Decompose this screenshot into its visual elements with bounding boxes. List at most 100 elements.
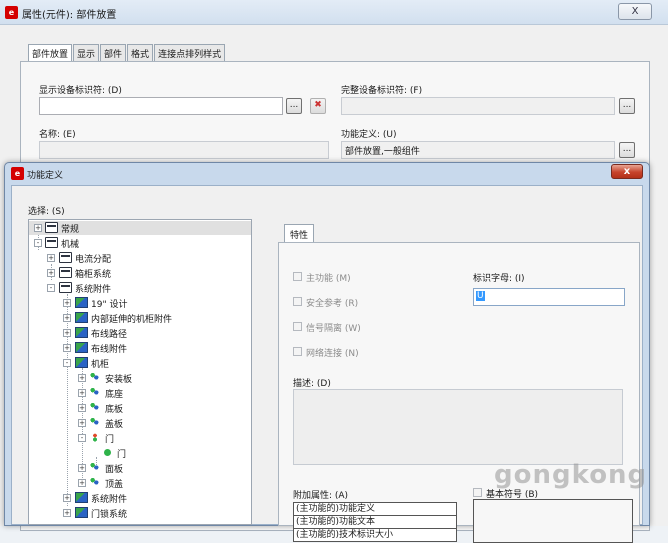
component-icon xyxy=(75,507,88,518)
app-logo-icon: e xyxy=(5,6,18,19)
basic-symbol-checkbox[interactable] xyxy=(473,488,482,497)
tab-part-placement[interactable]: 部件放置 xyxy=(28,44,73,62)
expand-icon[interactable]: + xyxy=(78,404,86,412)
folder-icon xyxy=(45,237,58,248)
collapse-icon[interactable]: - xyxy=(63,359,71,367)
part-icon xyxy=(90,387,99,396)
folder-icon xyxy=(59,252,72,263)
expand-icon[interactable]: + xyxy=(78,419,86,427)
list-item[interactable]: (主功能的)功能文本 xyxy=(294,516,456,529)
component-icon xyxy=(75,492,88,503)
tab-format[interactable]: 格式 xyxy=(127,44,154,61)
tree-item-label: 面板 xyxy=(105,465,124,475)
display-id-field[interactable] xyxy=(39,97,283,115)
tab-connection-point-style[interactable]: 连接点排列样式 xyxy=(154,44,226,61)
tree-item-label: 盖板 xyxy=(105,420,124,430)
tab-properties[interactable]: 特性 xyxy=(284,224,315,242)
tree-item-label: 机柜 xyxy=(91,360,110,370)
expand-icon[interactable]: + xyxy=(63,299,71,307)
tree-item-label: 系统附件 xyxy=(75,285,112,295)
function-def-field: 部件放置,一般组件 xyxy=(341,141,615,159)
component-icon xyxy=(75,312,88,323)
tree-guide-line xyxy=(67,294,68,506)
expand-icon[interactable]: + xyxy=(47,269,55,277)
tab-part[interactable]: 部件 xyxy=(100,44,127,61)
id-letter-input[interactable]: U xyxy=(473,288,625,306)
clear-icon[interactable]: ✖ xyxy=(310,98,326,114)
tree-item-label: 门 xyxy=(117,450,127,460)
tree-item-label: 安装板 xyxy=(105,375,133,385)
network-connection-checkbox[interactable] xyxy=(293,347,302,356)
description-box[interactable] xyxy=(293,389,623,465)
folder-icon xyxy=(59,267,72,278)
dialog-app-logo-icon: e xyxy=(11,167,24,180)
part-icon xyxy=(90,402,99,411)
function-def-label: 功能定义: (U) xyxy=(341,130,397,140)
safety-reference-checkbox[interactable] xyxy=(293,297,302,306)
collapse-icon[interactable]: - xyxy=(34,239,42,247)
tree-item-label: 系统附件 xyxy=(91,495,128,505)
properties-titlebar: e 属性(元件): 部件放置 X xyxy=(0,0,668,25)
expand-icon[interactable]: + xyxy=(34,224,42,232)
green-dot-icon xyxy=(104,449,111,456)
tree-item-label: 布线路径 xyxy=(91,330,128,340)
list-item[interactable]: (主功能的)功能定义 xyxy=(294,503,456,516)
folder-icon xyxy=(45,222,58,233)
list-item[interactable]: (主功能的)技术标识大小 xyxy=(294,529,456,542)
tree-item-label: 门锁系统 xyxy=(91,510,128,520)
signal-isolation-label: 信号隔离 (W) xyxy=(306,324,361,334)
expand-icon[interactable]: + xyxy=(78,389,86,397)
expand-icon[interactable]: + xyxy=(63,329,71,337)
dialog-close-button[interactable]: x xyxy=(611,164,643,179)
tree-item-label: 底板 xyxy=(105,405,124,415)
part-icon xyxy=(90,462,99,471)
function-def-value: 部件放置,一般组件 xyxy=(345,147,420,157)
full-id-browse-button[interactable]: ... xyxy=(619,98,635,114)
component-icon xyxy=(75,342,88,353)
component-icon xyxy=(75,357,88,368)
id-letter-label: 标识字母: (I) xyxy=(473,274,525,284)
extra-props-label: 附加属性: (A) xyxy=(293,491,349,501)
expand-icon[interactable]: + xyxy=(78,464,86,472)
properties-title: 属性(元件): 部件放置 xyxy=(22,10,117,21)
expand-icon[interactable]: + xyxy=(78,479,86,487)
expand-icon[interactable]: + xyxy=(63,314,71,322)
network-connection-label: 网络连接 (N) xyxy=(306,349,359,359)
expand-icon[interactable]: + xyxy=(78,374,86,382)
tree-item-label: 布线附件 xyxy=(91,345,128,355)
main-function-checkbox[interactable] xyxy=(293,272,302,281)
safety-reference-label: 安全参考 (R) xyxy=(306,299,359,309)
tree-item-label: 常规 xyxy=(61,225,80,235)
collapse-icon[interactable]: - xyxy=(78,434,86,442)
properties-close-button[interactable]: X xyxy=(618,3,652,20)
dialog-title: 功能定义 xyxy=(27,171,64,181)
tree-item-label: 电流分配 xyxy=(75,255,112,265)
name-field[interactable] xyxy=(39,141,329,159)
part-icon xyxy=(90,417,99,426)
expand-icon[interactable]: + xyxy=(63,509,71,517)
properties-tabs: 部件放置 显示 部件 格式 连接点排列样式 xyxy=(28,44,226,62)
description-label: 描述: (D) xyxy=(293,379,331,389)
tree-item-general[interactable]: + 常规 xyxy=(29,221,251,235)
tab-display[interactable]: 显示 xyxy=(73,44,100,61)
function-def-browse-button[interactable]: ... xyxy=(619,142,635,158)
part-icon xyxy=(90,477,99,486)
component-icon xyxy=(75,297,88,308)
expand-icon[interactable]: + xyxy=(63,494,71,502)
display-id-browse-button[interactable]: ... xyxy=(286,98,302,114)
folder-icon xyxy=(59,282,72,293)
full-id-label: 完整设备标识符: (F) xyxy=(341,86,423,96)
extra-props-list[interactable]: (主功能的)功能定义 (主功能的)功能文本 (主功能的)技术标识大小 xyxy=(293,502,457,542)
tree-item-label: 19" 设计 xyxy=(91,300,128,310)
expand-icon[interactable]: + xyxy=(47,254,55,262)
tree-item-label: 顶盖 xyxy=(105,480,124,490)
component-icon xyxy=(75,327,88,338)
tree-item-label: 底座 xyxy=(105,390,124,400)
tree-item-label: 内部延伸的机柜附件 xyxy=(91,315,173,325)
collapse-icon[interactable]: - xyxy=(47,284,55,292)
expand-icon[interactable]: + xyxy=(63,344,71,352)
function-tree[interactable]: + 常规 - 机械 + 电流分配 + 箱柜系统 - 系统附件 + 19" 设计 … xyxy=(28,219,252,525)
signal-isolation-checkbox[interactable] xyxy=(293,322,302,331)
dialog-titlebar: e 功能定义 x xyxy=(5,163,649,183)
selection-label: 选择: (S) xyxy=(28,207,65,217)
